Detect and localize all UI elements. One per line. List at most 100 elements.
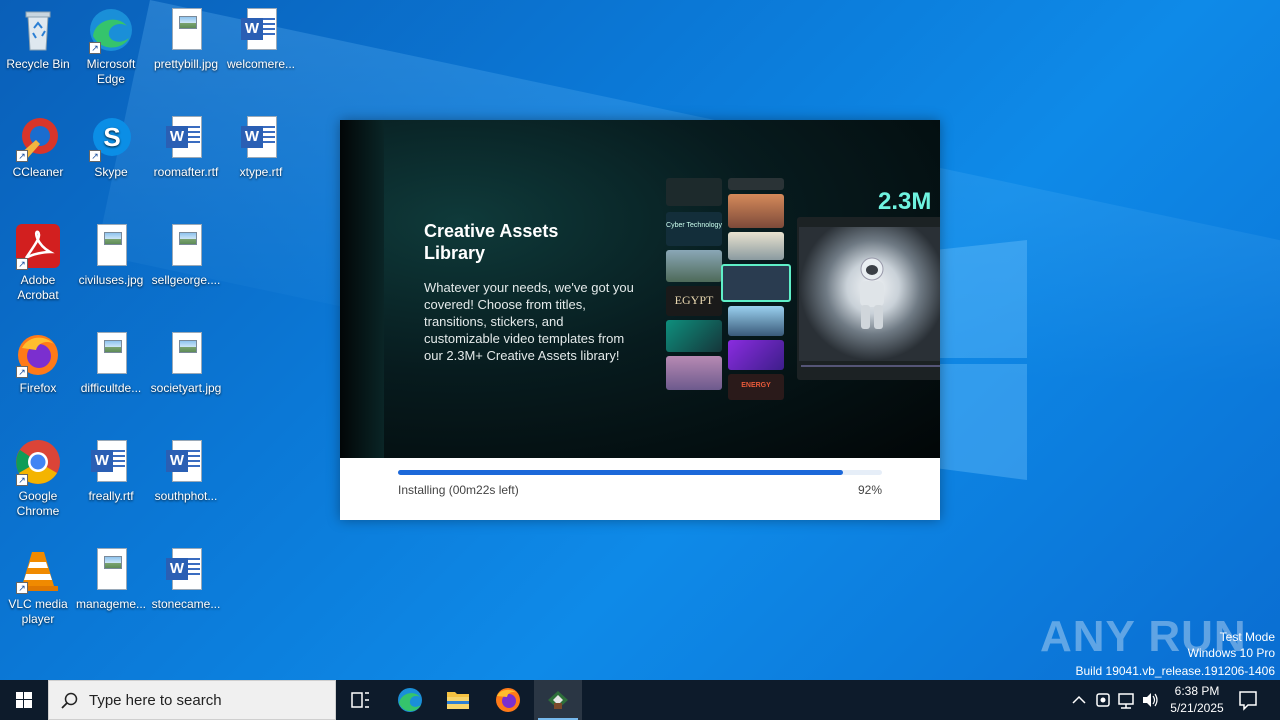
skype-icon: S ↗ (87, 114, 135, 162)
desktop-icon-firefox[interactable]: ↗ Firefox (0, 330, 76, 396)
desktop-icon-adobe-acrobat[interactable]: ↗ Adobe Acrobat (0, 222, 76, 303)
image-file-icon (162, 222, 210, 270)
image-file-icon (162, 6, 210, 54)
template-thumbnail (728, 306, 784, 336)
desktop-icon-label: Skype (94, 165, 128, 179)
desktop-icon-label: roomafter.rtf (153, 165, 219, 179)
vlc-cone-icon: ↗ (14, 546, 62, 594)
firefox-icon: ↗ (14, 330, 62, 378)
start-button[interactable] (0, 680, 48, 720)
notification-icon (1239, 691, 1257, 711)
desktop-icon-southphot[interactable]: W southphot... (148, 438, 224, 504)
recycle-bin-icon (14, 6, 62, 54)
word-document-icon: W (162, 438, 210, 486)
desktop-icon-label: Firefox (19, 381, 57, 395)
image-file-icon (87, 222, 135, 270)
template-thumbnail (666, 250, 722, 282)
hero-left-strip (340, 120, 384, 458)
desktop-icon-xtype-rtf[interactable]: W xtype.rtf (223, 114, 299, 180)
clock-time: 6:38 PM (1174, 684, 1220, 698)
desktop-icon-societyart-jpg[interactable]: societyart.jpg (148, 330, 224, 396)
search-input-placeholder[interactable]: Type here to search (89, 692, 222, 709)
desktop-icon-vlc[interactable]: ↗ VLC media player (0, 546, 76, 627)
desktop-icon-civiluses-jpg[interactable]: civiluses.jpg (73, 222, 149, 288)
desktop-icon-roomafter-rtf[interactable]: W roomafter.rtf (148, 114, 224, 180)
desktop-icon-stonecame[interactable]: W stonecame... (148, 546, 224, 612)
desktop-icon-welcomere[interactable]: W welcomere... (223, 6, 299, 72)
desktop-icon-skype[interactable]: S ↗ Skype (73, 114, 149, 180)
desktop-icon-label: manageme... (75, 597, 147, 611)
shortcut-arrow-icon: ↗ (16, 366, 28, 378)
anyrun-watermark: ANY RUN Test Mode Windows 10 Pro Build 1… (1040, 606, 1280, 680)
taskbar-edge-button[interactable] (386, 680, 434, 720)
task-view-button[interactable] (336, 680, 384, 720)
google-chrome-icon: ↗ (14, 438, 62, 486)
desktop-icon-ccleaner[interactable]: ↗ CCleaner (0, 114, 76, 180)
desktop-icon-label: Adobe Acrobat (17, 273, 59, 302)
desktop-icon-recycle-bin[interactable]: Recycle Bin (0, 6, 76, 72)
taskbar-firefox-button[interactable] (484, 680, 532, 720)
template-thumbnail-selected (721, 264, 791, 302)
desktop-icon-sellgeorge[interactable]: sellgeorge.... (148, 222, 224, 288)
desktop-icon-prettybill-jpg[interactable]: prettybill.jpg (148, 6, 224, 72)
desktop-icon-manageme[interactable]: manageme... (73, 546, 149, 612)
speaker-icon (1143, 693, 1158, 707)
desktop-icon-label: societyart.jpg (150, 381, 222, 395)
desktop-icon-microsoft-edge[interactable]: ↗ Microsoft Edge (73, 6, 149, 87)
svg-text:S: S (103, 122, 120, 152)
taskbar-clock[interactable]: 6:38 PM 5/21/2025 (1162, 683, 1232, 717)
desktop-icon-difficultde[interactable]: difficultde... (73, 330, 149, 396)
taskbar-search-box[interactable]: Type here to search (48, 680, 336, 720)
word-document-icon: W (237, 114, 285, 162)
taskbar-installer-button[interactable] (534, 680, 582, 720)
template-thumbnail (666, 178, 722, 206)
installer-window[interactable]: Creative Assets Library Whatever your ne… (340, 120, 940, 520)
template-thumbnail (728, 194, 784, 228)
task-view-icon (351, 692, 369, 708)
desktop-icon-label: prettybill.jpg (153, 57, 219, 71)
desktop: Recycle Bin ↗ CCleaner ↗ Adobe Acrobat ↗… (0, 0, 1280, 680)
taskbar-file-explorer-button[interactable] (434, 680, 482, 720)
editor-preview (797, 217, 940, 380)
install-status-text: Installing (00m22s left) (398, 483, 519, 497)
template-thumbnail (728, 340, 784, 370)
image-file-icon (162, 330, 210, 378)
action-center-button[interactable] (1232, 680, 1264, 720)
desktop-icon-google-chrome[interactable]: ↗ Google Chrome (0, 438, 76, 519)
windows-start-icon (16, 692, 32, 708)
tray-app-icon (1096, 693, 1110, 707)
taskbar: Type here to search 6:38 PM 5/21/2025 (0, 680, 1280, 720)
search-icon (61, 692, 78, 709)
word-document-icon: W (237, 6, 285, 54)
shortcut-arrow-icon: ↗ (89, 150, 101, 162)
folder-icon (447, 692, 469, 709)
desktop-icon-label: welcomere... (226, 57, 296, 71)
show-hidden-icons-button[interactable] (1068, 680, 1090, 720)
desktop-icon-freally-rtf[interactable]: W freally.rtf (73, 438, 149, 504)
shortcut-arrow-icon: ↗ (16, 150, 28, 162)
network-icon (1118, 693, 1134, 709)
astronaut-figure (860, 257, 884, 329)
desktop-icon-label: VLC media player (8, 597, 68, 626)
shortcut-arrow-icon: ↗ (89, 42, 101, 54)
template-thumbnail (728, 232, 784, 260)
assets-count-stat: 2.3M (878, 188, 932, 215)
watermark-build: Build 19041.vb_release.191206-1406 (1075, 664, 1276, 678)
template-thumbnail (666, 356, 722, 390)
install-progress-fill (398, 470, 844, 475)
tray-app-button[interactable] (1092, 680, 1114, 720)
desktop-icon-label: difficultde... (80, 381, 142, 395)
adobe-acrobat-icon: ↗ (14, 222, 62, 270)
watermark-test-mode: Test Mode (1219, 630, 1275, 644)
install-progress-bar (398, 470, 882, 475)
template-thumbnail (728, 178, 784, 190)
ccleaner-icon: ↗ (14, 114, 62, 162)
desktop-icon-label: freally.rtf (88, 489, 134, 503)
windows-wallpaper-logo (935, 240, 1027, 480)
image-file-icon (87, 330, 135, 378)
desktop-icon-label: southphot... (154, 489, 218, 503)
desktop-icon-label: xtype.rtf (239, 165, 283, 179)
volume-button[interactable] (1139, 680, 1161, 720)
network-button[interactable] (1115, 680, 1137, 720)
shortcut-arrow-icon: ↗ (16, 474, 28, 486)
